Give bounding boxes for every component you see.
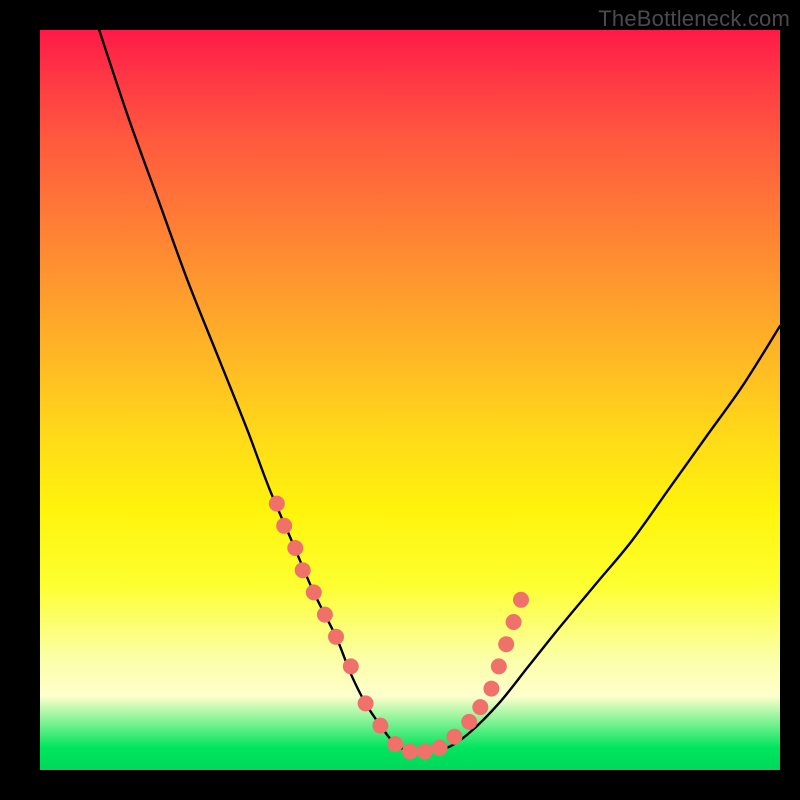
dot <box>506 614 522 630</box>
dot <box>317 607 333 623</box>
dot <box>269 496 285 512</box>
bottleneck-curve <box>99 30 780 752</box>
dot <box>343 658 359 674</box>
dot <box>483 681 499 697</box>
dot <box>498 636 514 652</box>
dot <box>402 744 418 760</box>
chart-svg <box>40 30 780 770</box>
dot <box>446 729 462 745</box>
dot <box>328 629 344 645</box>
dot <box>432 740 448 756</box>
chart-frame: TheBottleneck.com <box>0 0 800 800</box>
dot <box>387 736 403 752</box>
dot <box>461 714 477 730</box>
dot <box>372 718 388 734</box>
dot <box>276 518 292 534</box>
dot <box>513 592 529 608</box>
dot <box>491 658 507 674</box>
dot <box>295 562 311 578</box>
dot <box>358 695 374 711</box>
bottleneck-dots <box>269 496 529 760</box>
dot <box>472 699 488 715</box>
watermark-text: TheBottleneck.com <box>598 6 790 32</box>
plot-area <box>40 30 780 770</box>
dot <box>287 540 303 556</box>
dot <box>306 584 322 600</box>
dot <box>417 744 433 760</box>
